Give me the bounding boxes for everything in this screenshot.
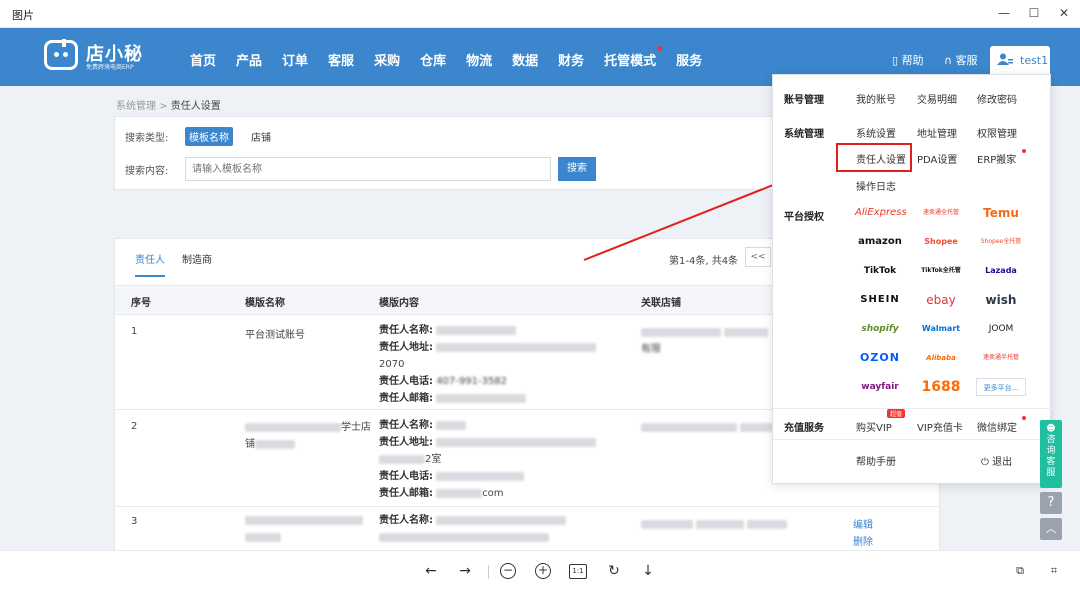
highlight-box: [836, 143, 912, 172]
help-manual-link[interactable]: 帮助手册: [856, 453, 896, 468]
consult-label: 咨询客服: [1046, 435, 1056, 478]
aliexpress-semi-hosting-logo[interactable]: 速卖通半托管: [976, 349, 1026, 367]
power-icon: ⏻: [981, 457, 993, 468]
image-viewer-toolbar: ← → − + 1:1 ↻ ↓ ⧉ ⌗: [0, 550, 1080, 592]
divider: [488, 565, 489, 579]
system-settings-link[interactable]: 系统设置: [856, 125, 896, 140]
aliexpress-full-hosting-logo[interactable]: 速卖通全托管: [916, 204, 966, 222]
logout-link[interactable]: ⏻ 退出: [981, 453, 1012, 468]
transactions-link[interactable]: 交易明细: [917, 91, 957, 106]
divider: [773, 408, 1052, 409]
back-to-top-button[interactable]: ︿: [1040, 518, 1062, 540]
temu-logo[interactable]: Temu: [976, 204, 1026, 222]
shein-logo[interactable]: SHEIN: [855, 291, 905, 309]
1688-logo[interactable]: 1688: [916, 378, 966, 396]
my-account-link[interactable]: 我的账号: [856, 91, 896, 106]
vip-badge: 超值: [887, 409, 906, 418]
lazada-logo[interactable]: Lazada: [976, 262, 1026, 280]
pda-settings-link[interactable]: PDA设置: [917, 151, 957, 166]
alibaba-logo[interactable]: Alibaba: [916, 349, 966, 367]
operation-log-link[interactable]: 操作日志: [856, 178, 896, 193]
divider: [773, 439, 1052, 440]
wechat-bind-link[interactable]: 微信绑定: [977, 419, 1017, 434]
actual-size-icon[interactable]: 1:1: [569, 564, 587, 579]
translate-icon[interactable]: ⧉: [1010, 561, 1030, 581]
walmart-logo[interactable]: Walmart: [916, 320, 966, 338]
help-question-button[interactable]: ?: [1040, 492, 1062, 514]
shopee-full-hosting-logo[interactable]: Shopee全托管: [976, 233, 1026, 251]
previous-icon[interactable]: ←: [421, 561, 441, 581]
ebay-logo[interactable]: ebay: [916, 291, 966, 309]
joom-logo[interactable]: JOOM: [976, 320, 1026, 338]
next-icon[interactable]: →: [455, 561, 475, 581]
wish-logo[interactable]: wish: [976, 291, 1026, 309]
system-mgmt-heading: 系统管理: [784, 129, 824, 140]
logout-label: 退出: [992, 457, 1013, 468]
recharge-heading: 充值服务: [784, 423, 824, 434]
buy-vip-link[interactable]: 购买VIP: [856, 419, 892, 434]
chat-icon: ☻: [1046, 424, 1056, 434]
notification-dot: [1022, 416, 1026, 420]
aliexpress-logo[interactable]: AliExpress: [855, 204, 907, 222]
erp-migration-link[interactable]: ERP搬家: [977, 151, 1016, 166]
wayfair-logo[interactable]: wayfair: [855, 378, 905, 396]
notification-dot: [1022, 149, 1026, 153]
ocr-scan-icon[interactable]: ⌗: [1044, 561, 1064, 581]
permission-mgmt-link[interactable]: 权限管理: [977, 125, 1017, 140]
consult-service-button[interactable]: ☻ 咨询客服: [1040, 420, 1062, 488]
tiktok-full-hosting-logo[interactable]: TikTok全托管: [916, 262, 966, 280]
shopify-logo[interactable]: shopify: [855, 320, 905, 338]
change-password-link[interactable]: 修改密码: [977, 91, 1017, 106]
download-icon[interactable]: ↓: [638, 561, 658, 581]
platform-auth-heading: 平台授权: [784, 212, 824, 223]
ozon-logo[interactable]: OZON: [855, 349, 905, 367]
user-dropdown-menu: 账号管理 我的账号 交易明细 修改密码 系统管理 系统设置 地址管理 权限管理 …: [772, 74, 1052, 484]
tiktok-logo[interactable]: TikTok: [855, 262, 905, 280]
zoom-out-icon[interactable]: −: [500, 563, 516, 579]
more-platforms-button[interactable]: 更多平台...: [976, 378, 1026, 396]
shopee-logo[interactable]: Shopee: [916, 233, 966, 251]
account-mgmt-heading: 账号管理: [784, 95, 824, 106]
zoom-in-icon[interactable]: +: [535, 563, 551, 579]
rotate-icon[interactable]: ↻: [604, 561, 624, 581]
vip-card-link[interactable]: VIP充值卡: [917, 419, 963, 434]
address-mgmt-link[interactable]: 地址管理: [917, 125, 957, 140]
amazon-logo[interactable]: amazon: [855, 233, 905, 251]
